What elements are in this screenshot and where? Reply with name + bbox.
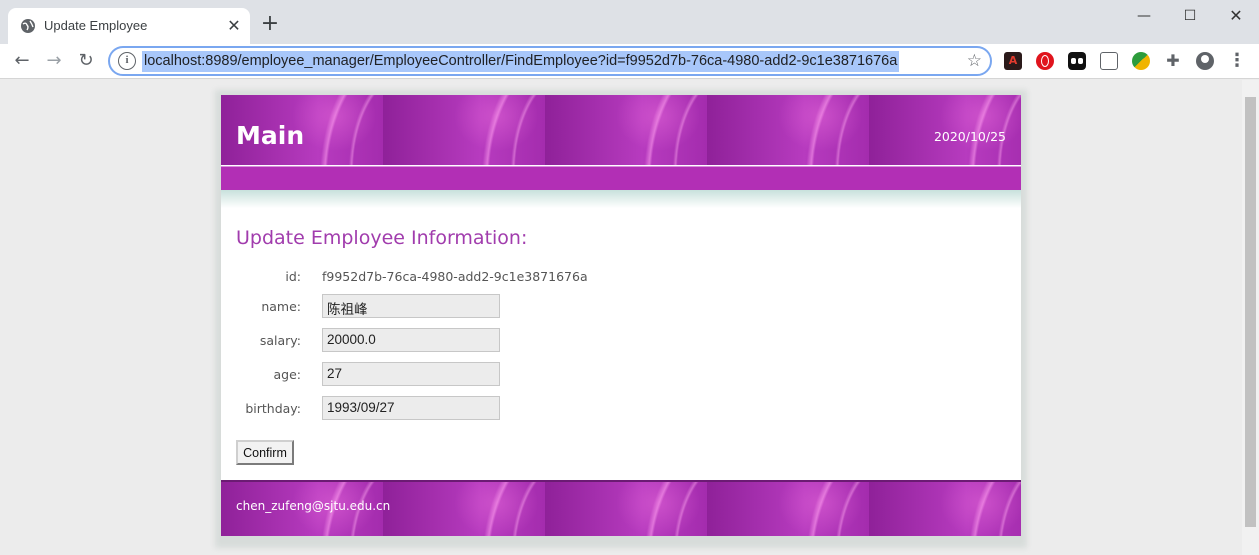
banner-tile [545,95,707,165]
page-title: Main [236,121,305,150]
birthday-field[interactable]: 1993/09/27 [322,396,500,420]
form-heading: Update Employee Information: [236,227,528,249]
footer-banner: chen_zufeng@sjtu.edu.cn [221,480,1021,536]
tab-strip: Update Employee ✕ + — ☐ ✕ [0,0,1259,44]
star-icon[interactable]: ☆ [967,51,982,71]
age-label: age: [273,367,302,382]
banner-tile [707,95,869,165]
header-banner: Main 2020/10/25 [221,95,1021,165]
salary-label: salary: [259,333,301,348]
confirm-button[interactable]: Confirm [236,440,294,465]
globe-icon [21,19,35,33]
info-icon[interactable]: i [118,52,136,70]
cube-extension-icon[interactable] [1132,52,1150,70]
minimize-icon[interactable]: — [1121,0,1167,32]
gamepad-extension-icon[interactable] [1068,52,1086,70]
age-field[interactable]: 27 [322,362,500,386]
salary-field[interactable]: 20000.0 [322,328,500,352]
id-value: f9952d7b-76ca-4980-add2-9c1e3871676a [322,269,588,284]
pdf-extension-icon[interactable]: A [1004,52,1022,70]
nav-bar [221,166,1021,190]
puzzle-icon[interactable]: ✚ [1164,52,1182,70]
banner-tile [545,482,707,536]
id-label: id: [285,269,301,284]
nav-shade [221,190,1021,208]
banner-tile [383,95,545,165]
birthday-label: birthday: [245,401,301,416]
scroll-thumb[interactable] [1245,97,1256,527]
banner-tile [869,482,1021,536]
page-container: Main 2020/10/25 Update Employee Informat… [221,95,1021,536]
tab-title: Update Employee [44,18,148,33]
plus-icon[interactable]: + [258,12,282,36]
banner-tile [707,482,869,536]
maximize-icon[interactable]: ☐ [1167,0,1213,32]
window-close-icon[interactable]: ✕ [1213,0,1259,32]
more-menu-icon[interactable]: ⋮ [1228,52,1246,70]
browser-tab[interactable]: Update Employee ✕ [8,8,250,44]
arrow-left-icon[interactable]: ← [10,49,34,73]
close-icon[interactable]: ✕ [224,16,244,36]
name-field[interactable]: 陈祖峰 [322,294,500,318]
reload-icon[interactable]: ↻ [74,49,98,73]
name-label: name: [261,299,301,314]
browser-toolbar: ← → ↻ i localhost:8989/employee_manager/… [0,44,1259,79]
terminal-extension-icon[interactable] [1100,52,1118,70]
arrow-right-icon[interactable]: → [42,49,66,73]
url-text[interactable]: localhost:8989/employee_manager/Employee… [142,51,900,72]
banner-tile [383,482,545,536]
profile-icon[interactable] [1196,52,1214,70]
header-date: 2020/10/25 [933,129,1006,144]
address-bar[interactable]: i localhost:8989/employee_manager/Employ… [108,46,992,76]
opera-extension-icon[interactable] [1036,52,1054,70]
page-scrollbar[interactable] [1242,80,1259,555]
footer-email: chen_zufeng@sjtu.edu.cn [236,499,391,513]
